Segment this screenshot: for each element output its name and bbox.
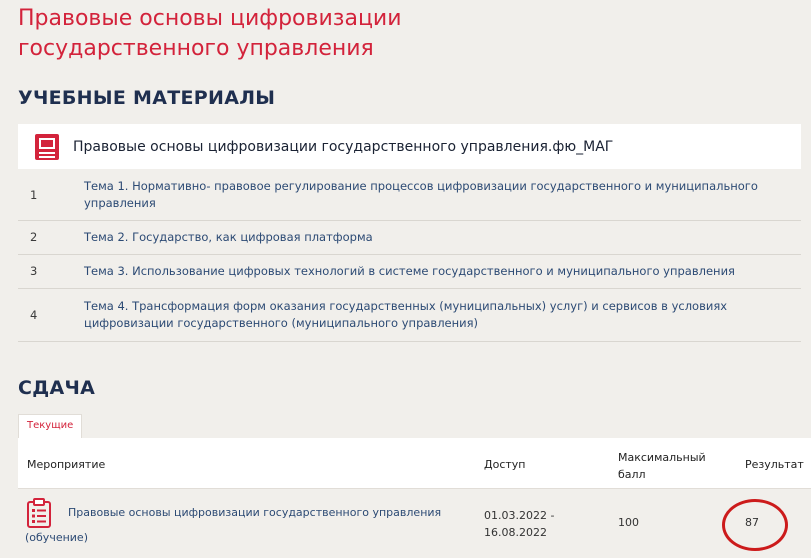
tab-current[interactable]: Текущие bbox=[18, 414, 83, 439]
event-kind: (обучение) bbox=[25, 531, 88, 544]
table-header: Мероприятие Доступ Максимальный балл Рез… bbox=[18, 438, 811, 489]
topic-link[interactable]: Тема 1. Нормативно- правовое регулирован… bbox=[84, 178, 801, 212]
course-card[interactable]: Правовые основы цифровизации государстве… bbox=[18, 124, 801, 169]
result-highlight-circle bbox=[722, 499, 788, 551]
topic-link[interactable]: Тема 3. Использование цифровых технологи… bbox=[84, 263, 801, 280]
max-score-value: 100 bbox=[618, 516, 639, 529]
topic-link[interactable]: Тема 2. Государство, как цифровая платфо… bbox=[84, 229, 801, 246]
topics-list: 1 Тема 1. Нормативно- правовое регулиров… bbox=[18, 170, 801, 342]
topic-number: 4 bbox=[30, 307, 38, 322]
column-max-score: Максимальный балл bbox=[618, 451, 706, 481]
topic-row[interactable]: 4 Тема 4. Трансформация форм оказания го… bbox=[18, 289, 801, 342]
materials-heading: УЧЕБНЫЕ МАТЕРИАЛЫ bbox=[18, 87, 276, 109]
submission-heading: СДАЧА bbox=[18, 377, 96, 399]
topic-row[interactable]: 1 Тема 1. Нормативно- правовое регулиров… bbox=[18, 170, 801, 221]
column-event: Мероприятие bbox=[27, 458, 106, 471]
topic-row[interactable]: 3 Тема 3. Использование цифровых техноло… bbox=[18, 255, 801, 289]
column-access: Доступ bbox=[484, 458, 526, 471]
topic-number: 1 bbox=[30, 187, 38, 202]
book-icon bbox=[35, 133, 59, 160]
topic-number: 3 bbox=[30, 264, 38, 278]
table-row: Правовые основы цифровизации государстве… bbox=[18, 489, 811, 558]
topic-link[interactable]: Тема 4. Трансформация форм оказания госу… bbox=[84, 298, 801, 332]
course-title[interactable]: Правовые основы цифровизации государстве… bbox=[73, 139, 613, 155]
checklist-icon bbox=[27, 498, 51, 528]
topic-number: 2 bbox=[30, 230, 38, 244]
topic-row[interactable]: 2 Тема 2. Государство, как цифровая плат… bbox=[18, 221, 801, 255]
event-link[interactable]: Правовые основы цифровизации государстве… bbox=[68, 506, 441, 519]
column-result: Результат bbox=[745, 458, 804, 471]
access-dates: 01.03.2022 - 16.08.2022 bbox=[484, 509, 555, 539]
page-title: Правовые основы цифровизации государстве… bbox=[18, 6, 402, 61]
